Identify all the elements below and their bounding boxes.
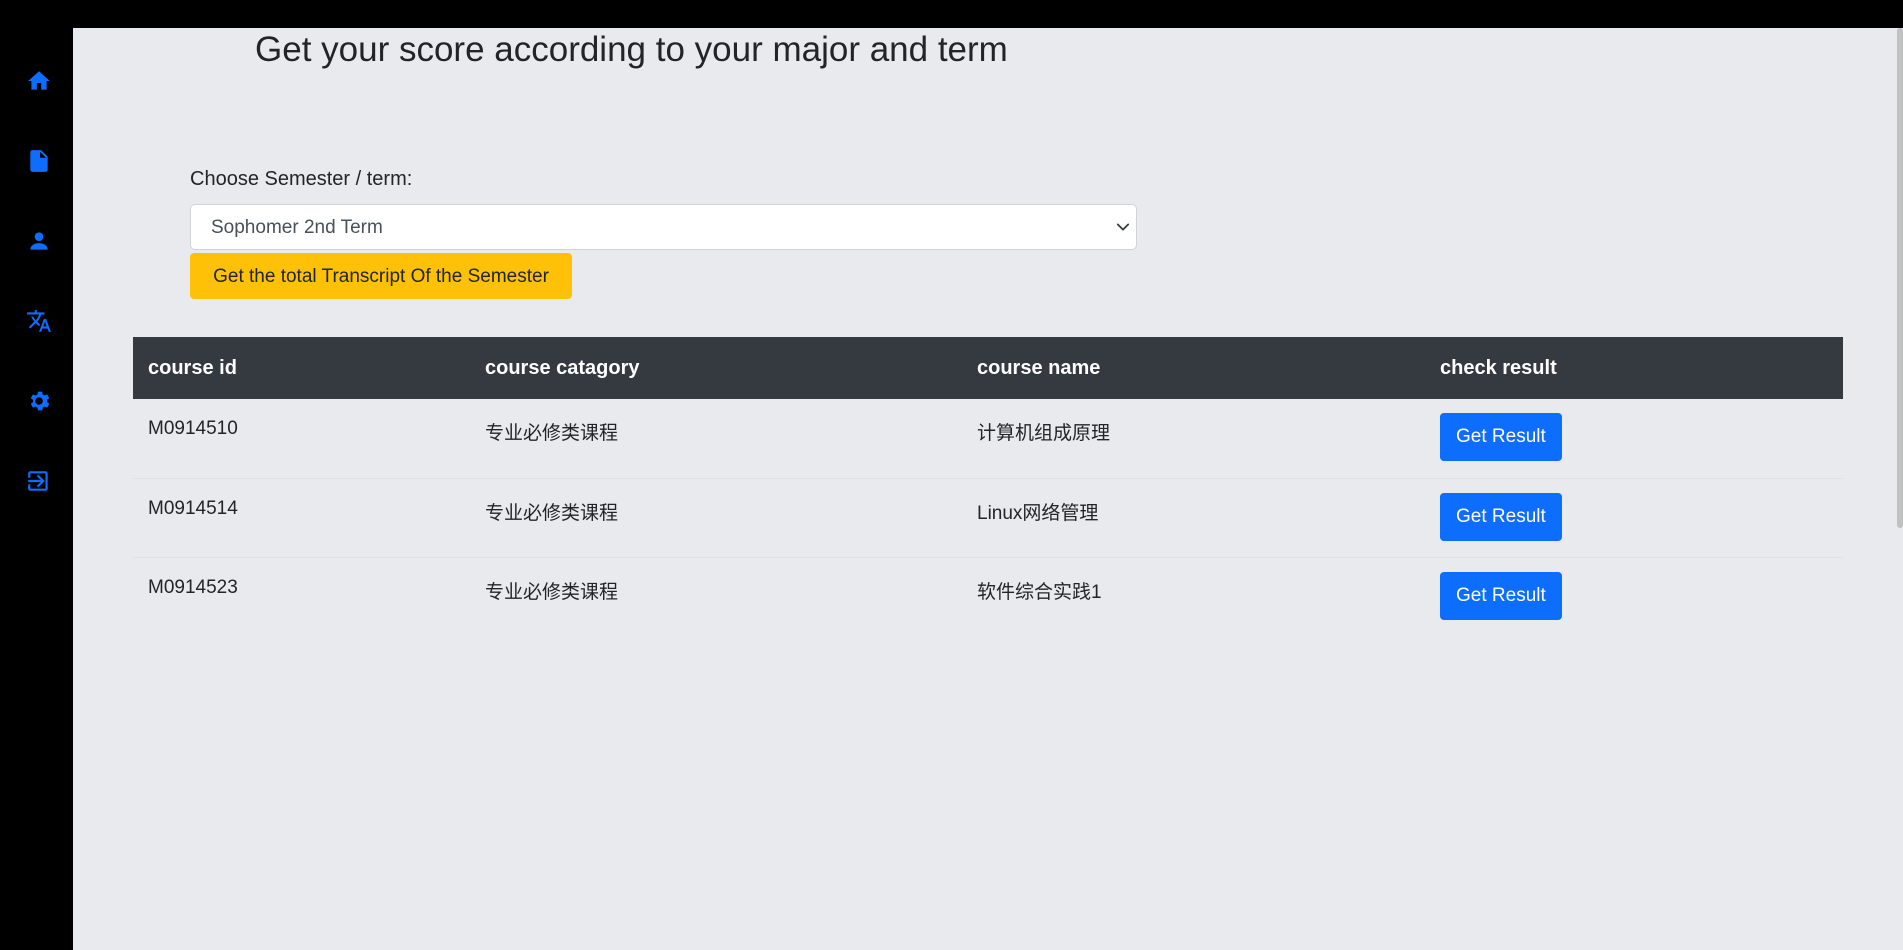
header-course-name: course name: [962, 337, 1425, 399]
table-header-row: course id course catagory course name ch…: [133, 337, 1843, 399]
course-name-cell: 软件综合实践1: [977, 581, 1102, 603]
scrollbar[interactable]: [1897, 28, 1903, 528]
course-category-cell: 专业必修类课程: [485, 581, 619, 603]
semester-select-value: Sophomer 2nd Term: [211, 217, 383, 238]
top-bar: [0, 0, 1903, 28]
course-category-cell: 专业必修类课程: [470, 478, 962, 558]
course-id-cell: M0914523: [148, 576, 238, 598]
logout-icon[interactable]: [24, 466, 54, 496]
get-result-button[interactable]: Get Result: [1440, 413, 1562, 461]
main-content: Get your score according to your major a…: [73, 28, 1903, 950]
course-id-cell: M0914514: [133, 478, 470, 558]
table-row: M0914514 专业必修类课程 Linux网络管理 Get Result: [133, 478, 1843, 558]
course-id-cell: M0914510: [133, 399, 470, 479]
table-row: M0914510 专业必修类课程 计算机组成原理 Get Result: [133, 399, 1843, 479]
course-name-cell: Linux网络管理: [962, 478, 1425, 558]
course-table: course id course catagory course name ch…: [133, 337, 1843, 636]
user-icon[interactable]: [24, 226, 54, 256]
course-name-cell: 计算机组成原理: [962, 399, 1425, 479]
page-title: Get your score according to your major a…: [255, 30, 1008, 69]
check-result-cell: Get Result: [1425, 557, 1843, 636]
chevron-down-icon: [1116, 223, 1130, 231]
course-category-cell: 专业必修类课程: [470, 399, 962, 479]
get-result-button[interactable]: Get Result: [1440, 492, 1562, 541]
check-result-cell: Get Result: [1425, 478, 1843, 558]
gear-icon[interactable]: [24, 386, 54, 416]
check-result-cell: Get Result: [1425, 399, 1843, 479]
header-course-category: course catagory: [470, 337, 962, 399]
header-check-result: check result: [1425, 337, 1843, 399]
sidebar: [0, 28, 73, 950]
home-icon[interactable]: [24, 66, 54, 96]
translate-icon[interactable]: [24, 306, 54, 336]
semester-select[interactable]: Sophomer 2nd Term: [190, 204, 1137, 250]
table-row: M0914523 专业必修类课程 软件综合实践1 Get Result: [133, 557, 1843, 636]
document-icon[interactable]: [24, 146, 54, 176]
get-transcript-button[interactable]: Get the total Transcript Of the Semester: [190, 253, 572, 299]
header-course-id: course id: [133, 337, 470, 399]
get-result-button[interactable]: Get Result: [1440, 571, 1562, 620]
semester-label: Choose Semester / term:: [190, 168, 413, 190]
